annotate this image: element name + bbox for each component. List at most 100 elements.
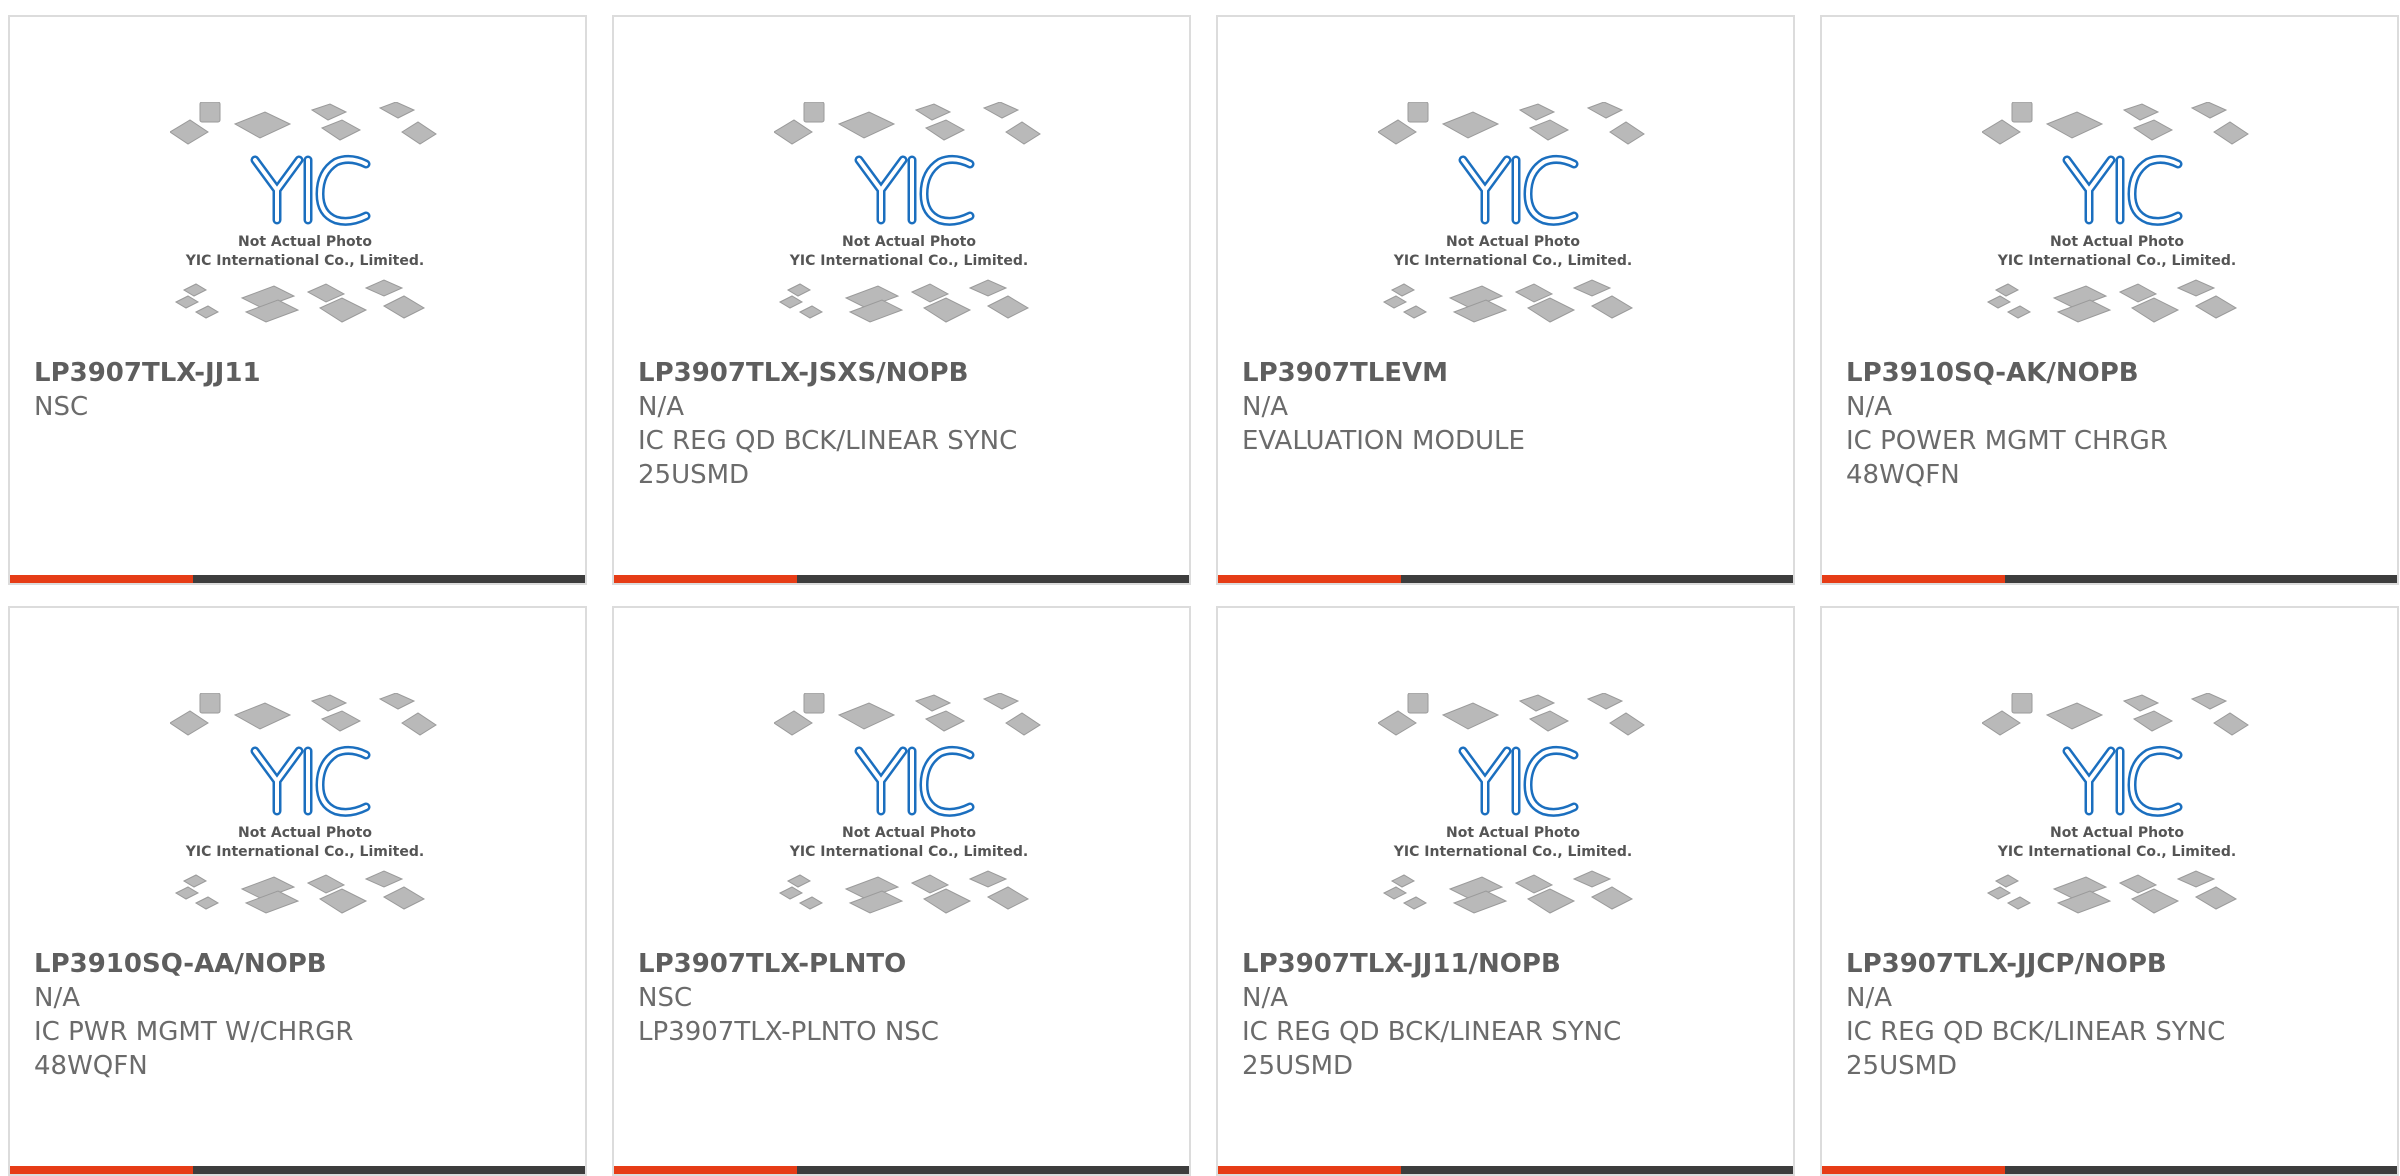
manufacturer: N/A: [638, 392, 684, 422]
description-line-2: 25USMD: [638, 460, 750, 490]
product-info: LP3910SQ-AK/NOPB N/A IC POWER MGMT CHRGR…: [1846, 356, 2377, 492]
card-footer-bar: [1218, 575, 1793, 583]
part-number[interactable]: LP3907TLX-PLNTO: [638, 947, 1169, 981]
manufacturer: N/A: [1846, 983, 1892, 1013]
product-card[interactable]: Not Actual Photo YIC International Co., …: [1820, 606, 2399, 1176]
card-footer-accent: [614, 575, 797, 583]
svg-text:Not Actual Photo: Not Actual Photo: [842, 825, 976, 841]
description-line-2: 25USMD: [1846, 1051, 1958, 1081]
svg-text:Not Actual Photo: Not Actual Photo: [2050, 825, 2184, 841]
manufacturer: NSC: [34, 392, 89, 422]
card-footer-accent: [1822, 575, 2005, 583]
card-footer-bar: [1218, 1166, 1793, 1174]
svg-text:YIC International Co., Limited: YIC International Co., Limited.: [789, 844, 1028, 860]
card-footer-accent: [1822, 1166, 2005, 1174]
product-info: LP3907TLEVM N/A EVALUATION MODULE: [1242, 356, 1773, 458]
product-image[interactable]: Not Actual Photo YIC International Co., …: [774, 693, 1044, 953]
card-footer-accent: [10, 575, 193, 583]
yic-logo: [854, 154, 975, 226]
svg-text:YIC International Co., Limited: YIC International Co., Limited.: [789, 253, 1028, 269]
description-line-1: IC REG QD BCK/LINEAR SYNC: [638, 426, 1018, 456]
yic-logo: [854, 745, 975, 817]
card-footer-bar: [10, 575, 585, 583]
manufacturer: N/A: [1846, 392, 1892, 422]
svg-text:Not Actual Photo: Not Actual Photo: [1446, 234, 1580, 250]
svg-text:YIC International Co., Limited: YIC International Co., Limited.: [1997, 253, 2236, 269]
description-line-1: IC REG QD BCK/LINEAR SYNC: [1846, 1017, 2226, 1047]
description-line-2: 48WQFN: [34, 1051, 148, 1081]
yic-logo: [250, 154, 371, 226]
product-image[interactable]: Not Actual Photo YIC International Co., …: [1378, 693, 1648, 953]
yic-placeholder-icon: Not Actual Photo YIC International Co., …: [1378, 693, 1645, 914]
manufacturer: N/A: [34, 983, 80, 1013]
card-footer-accent: [614, 1166, 797, 1174]
yic-logo: [250, 745, 371, 817]
manufacturer: N/A: [1242, 983, 1288, 1013]
card-footer-bar: [1822, 1166, 2397, 1174]
product-image[interactable]: Not Actual Photo YIC International Co., …: [774, 102, 1044, 362]
card-footer-accent: [1218, 1166, 1401, 1174]
yic-placeholder-icon: Not Actual Photo YIC International Co., …: [774, 102, 1041, 323]
manufacturer: N/A: [1242, 392, 1288, 422]
yic-placeholder-icon: Not Actual Photo YIC International Co., …: [1982, 102, 2249, 323]
yic-placeholder-icon: Not Actual Photo YIC International Co., …: [774, 693, 1041, 914]
yic-logo: [1458, 745, 1579, 817]
manufacturer: NSC: [638, 983, 693, 1013]
description-line-1: EVALUATION MODULE: [1242, 426, 1525, 456]
svg-text:Not Actual Photo: Not Actual Photo: [2050, 234, 2184, 250]
svg-text:Not Actual Photo: Not Actual Photo: [842, 234, 976, 250]
yic-logo: [1458, 154, 1579, 226]
product-info: LP3907TLX-JJ11 NSC: [34, 356, 565, 424]
product-card[interactable]: Not Actual Photo YIC International Co., …: [1216, 606, 1795, 1176]
svg-text:YIC International Co., Limited: YIC International Co., Limited.: [185, 253, 424, 269]
product-card[interactable]: Not Actual Photo YIC International Co., …: [8, 15, 587, 585]
card-footer-accent: [1218, 575, 1401, 583]
description-line-1: IC REG QD BCK/LINEAR SYNC: [1242, 1017, 1622, 1047]
product-info: LP3907TLX-PLNTO NSC LP3907TLX-PLNTO NSC: [638, 947, 1169, 1049]
svg-text:YIC International Co., Limited: YIC International Co., Limited.: [1997, 844, 2236, 860]
card-footer-bar: [10, 1166, 585, 1174]
product-card[interactable]: Not Actual Photo YIC International Co., …: [1216, 15, 1795, 585]
product-image[interactable]: Not Actual Photo YIC International Co., …: [170, 693, 440, 953]
yic-placeholder-icon: Not Actual Photo YIC International Co., …: [170, 693, 437, 914]
svg-text:YIC International Co., Limited: YIC International Co., Limited.: [1393, 253, 1632, 269]
description-line-1: IC PWR MGMT W/CHRGR: [34, 1017, 354, 1047]
yic-logo: [2062, 745, 2183, 817]
product-image[interactable]: Not Actual Photo YIC International Co., …: [1982, 693, 2252, 953]
svg-text:YIC International Co., Limited: YIC International Co., Limited.: [1393, 844, 1632, 860]
product-grid: Not Actual Photo YIC International Co., …: [8, 15, 2399, 1176]
description-line-2: 48WQFN: [1846, 460, 1960, 490]
part-number[interactable]: LP3907TLX-JJ11/NOPB: [1242, 947, 1773, 981]
product-card[interactable]: Not Actual Photo YIC International Co., …: [612, 15, 1191, 585]
yic-logo: [2062, 154, 2183, 226]
card-footer-bar: [1822, 575, 2397, 583]
part-number[interactable]: LP3907TLX-JJCP/NOPB: [1846, 947, 2377, 981]
product-card[interactable]: Not Actual Photo YIC International Co., …: [612, 606, 1191, 1176]
yic-placeholder-icon: Not Actual Photo YIC International Co., …: [1982, 693, 2249, 914]
description-line-1: LP3907TLX-PLNTO NSC: [638, 1017, 939, 1047]
svg-text:Not Actual Photo: Not Actual Photo: [1446, 825, 1580, 841]
yic-placeholder-icon: Not Actual Photo YIC International Co., …: [170, 102, 437, 323]
svg-text:Not Actual Photo: Not Actual Photo: [238, 825, 372, 841]
part-number[interactable]: LP3910SQ-AK/NOPB: [1846, 356, 2377, 390]
svg-text:Not Actual Photo: Not Actual Photo: [238, 234, 372, 250]
product-info: LP3907TLX-JSXS/NOPB N/A IC REG QD BCK/LI…: [638, 356, 1169, 492]
part-number[interactable]: LP3907TLX-JJ11: [34, 356, 565, 390]
product-info: LP3910SQ-AA/NOPB N/A IC PWR MGMT W/CHRGR…: [34, 947, 565, 1083]
product-info: LP3907TLX-JJCP/NOPB N/A IC REG QD BCK/LI…: [1846, 947, 2377, 1083]
product-card[interactable]: Not Actual Photo YIC International Co., …: [1820, 15, 2399, 585]
description-line-1: IC POWER MGMT CHRGR: [1846, 426, 2168, 456]
product-card[interactable]: Not Actual Photo YIC International Co., …: [8, 606, 587, 1176]
card-footer-accent: [10, 1166, 193, 1174]
product-image[interactable]: Not Actual Photo YIC International Co., …: [1378, 102, 1648, 362]
description-line-2: 25USMD: [1242, 1051, 1354, 1081]
part-number[interactable]: LP3907TLX-JSXS/NOPB: [638, 356, 1169, 390]
card-footer-bar: [614, 1166, 1189, 1174]
part-number[interactable]: LP3907TLEVM: [1242, 356, 1773, 390]
card-footer-bar: [614, 575, 1189, 583]
product-image[interactable]: Not Actual Photo YIC International Co., …: [170, 102, 440, 362]
part-number[interactable]: LP3910SQ-AA/NOPB: [34, 947, 565, 981]
product-image[interactable]: Not Actual Photo YIC International Co., …: [1982, 102, 2252, 362]
yic-placeholder-icon: Not Actual Photo YIC International Co., …: [1378, 102, 1645, 323]
product-info: LP3907TLX-JJ11/NOPB N/A IC REG QD BCK/LI…: [1242, 947, 1773, 1083]
